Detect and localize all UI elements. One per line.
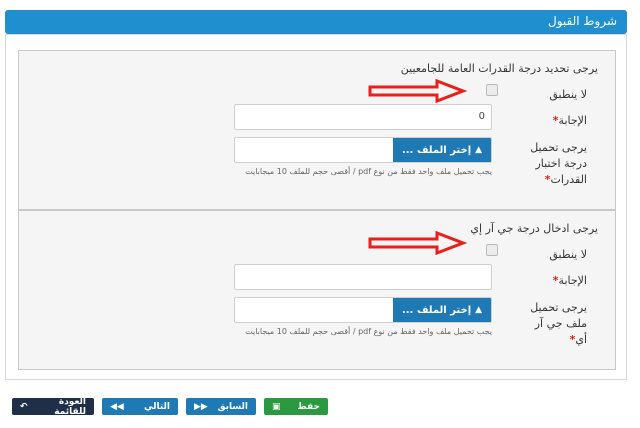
file-upload-field[interactable]: ▲ إختر الملف ... xyxy=(234,297,492,323)
upload-label: يرجى تحميل درجة اختبار القدرات* xyxy=(530,141,587,186)
not-applicable-label: لا ينطبق xyxy=(549,248,587,261)
upload-icon: ▲ xyxy=(475,305,483,315)
section-header: شروط القبول xyxy=(5,10,627,34)
upload-icon: ▲ xyxy=(475,145,483,155)
fast-backward-icon: ◀◀ xyxy=(110,401,124,412)
choose-file-button[interactable]: ▲ إختر الملف ... xyxy=(393,298,491,322)
upload-hint: يجب تحميل ملف واحد فقط من نوع pdf / أقصى… xyxy=(245,167,492,176)
red-arrow-annotation xyxy=(368,79,467,103)
section-title: شروط القبول xyxy=(548,14,617,28)
not-applicable-label: لا ينطبق xyxy=(549,88,587,101)
question-title: يرجى ادخال درجة جي آر إي xyxy=(470,222,598,235)
save-icon: ▣ xyxy=(272,401,281,412)
upload-label: يرجى تحميل ملف جي آر أي* xyxy=(530,301,587,346)
next-button[interactable]: التالي ◀◀ xyxy=(102,398,178,415)
choose-file-button[interactable]: ▲ إختر الملف ... xyxy=(393,138,491,162)
save-button[interactable]: حفظ ▣ xyxy=(264,398,328,415)
not-applicable-checkbox[interactable] xyxy=(486,244,498,256)
back-to-list-button[interactable]: العودة للقائمة ↶ xyxy=(12,397,94,417)
answer-label: الإجابة* xyxy=(552,114,587,127)
previous-button[interactable]: السابق ▶▶ xyxy=(186,398,256,415)
back-arrow-icon: ↶ xyxy=(20,401,28,412)
question-title: يرجى تحديد درجة القدرات العامة للجامعيين xyxy=(400,62,598,75)
aptitude-test-section: يرجى تحديد درجة القدرات العامة للجامعيين… xyxy=(18,50,616,210)
not-applicable-checkbox[interactable] xyxy=(486,84,498,96)
answer-input[interactable]: 0 xyxy=(234,104,492,130)
answer-label: الإجابة* xyxy=(552,274,587,287)
upload-hint: يجب تحميل ملف واحد فقط من نوع pdf / أقصى… xyxy=(245,327,492,336)
gre-section: يرجى ادخال درجة جي آر إي لا ينطبق الإجاب… xyxy=(18,210,616,370)
acceptance-conditions-panel: يرجى تحديد درجة القدرات العامة للجامعيين… xyxy=(5,34,627,380)
answer-input[interactable] xyxy=(234,264,492,290)
fast-forward-icon: ▶▶ xyxy=(194,401,208,412)
red-arrow-annotation xyxy=(368,231,467,255)
file-upload-field[interactable]: ▲ إختر الملف ... xyxy=(234,137,492,163)
